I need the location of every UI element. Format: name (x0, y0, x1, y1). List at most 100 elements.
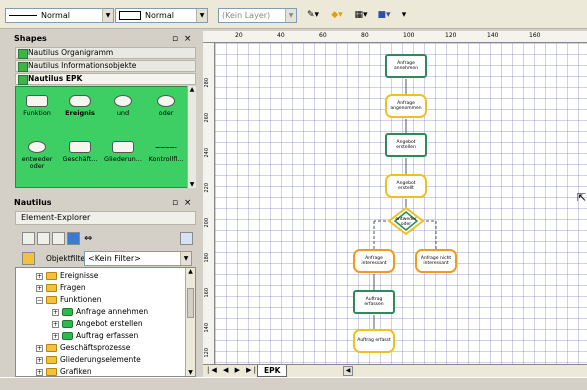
tree-item[interactable]: + Ereignisse (36, 271, 98, 281)
or-connector-icon (157, 95, 175, 107)
scroll-left-icon[interactable]: ◀ (343, 366, 353, 376)
tree-item[interactable]: + Auftrag erfassen (52, 331, 138, 341)
chevron-down-icon[interactable]: ▼ (285, 9, 296, 22)
chevron-down-icon[interactable]: ▼ (102, 9, 113, 22)
stencil-shapes-area: Funktion Ereignis und oder entweder oder… (15, 86, 196, 188)
chevron-down-icon[interactable]: ▼ (196, 9, 207, 22)
expand-icon[interactable]: + (52, 332, 59, 340)
panel-options-icon[interactable] (180, 232, 193, 245)
view-list-icon[interactable] (22, 232, 35, 245)
diagram-node-anfrage-angenommen[interactable]: Anfrage angenommen (385, 94, 427, 118)
scroll-down-icon[interactable]: ▼ (188, 181, 196, 188)
fill-style-value: Normal (145, 11, 174, 20)
expand-icon[interactable]: + (36, 368, 43, 376)
diagram-node-angebot-erstellen[interactable]: Angebot erstellen (385, 133, 427, 157)
drawing-canvas[interactable]: Anfrage annehmen Anfrage angenommen Ange… (215, 43, 587, 364)
vertical-ruler: 280 260 240 220 200 180 160 140 120 (203, 43, 215, 364)
object-filter-combo[interactable]: <Kein Filter> ▼ (84, 251, 192, 266)
tree-item[interactable]: + Fragen (36, 283, 86, 293)
view-tree-icon[interactable] (37, 232, 50, 245)
tree-scrollbar[interactable]: ▲ ▼ (185, 268, 195, 376)
shadow-icon: ▦▾ (354, 10, 368, 20)
tree-item[interactable]: + Angebot erstellen (52, 319, 143, 329)
shape-und[interactable]: und (104, 95, 142, 117)
expand-icon[interactable]: + (36, 272, 43, 280)
layer-value: (Kein Layer) (222, 11, 271, 20)
line-color-button[interactable]: ✎▾ (303, 9, 323, 22)
horizontal-ruler: 20 40 60 80 100 120 140 160 (203, 31, 587, 43)
collapse-icon[interactable]: − (36, 296, 43, 304)
structure-element-icon (112, 141, 134, 153)
stencil-scrollbar[interactable]: ▲ ▼ (187, 86, 196, 188)
diagram-node-auftrag-erfassen[interactable]: Auftrag erfassen (353, 290, 395, 314)
function-shape-icon (26, 95, 48, 107)
diagram-node-auftrag-erfasst[interactable]: Auftrag erfasst (353, 329, 395, 353)
tree-item[interactable]: + Grafiken (36, 367, 92, 376)
tree-item[interactable]: + Gliederungselemente (36, 355, 141, 365)
tree-item[interactable]: + Geschäftsprozesse (36, 343, 130, 353)
folder-icon (46, 284, 57, 292)
format-toolbar: Normal ▼ Normal ▼ (Kein Layer) ▼ ✎▾ ◆▾ ▦… (0, 0, 587, 29)
control-flow-icon (155, 147, 177, 148)
close-icon[interactable]: × (184, 34, 192, 44)
diagram-node-entweder-oder[interactable]: entweder oder (391, 217, 421, 227)
stencil-organigramm[interactable]: Nautilus Organigramm (15, 47, 196, 59)
nautilus-panel-controls: ▫ × (172, 197, 191, 209)
chevron-down-icon[interactable]: ▼ (180, 252, 191, 265)
event-shape-icon (69, 95, 91, 107)
restore-icon[interactable]: ▫ (172, 34, 178, 44)
diagram-node-angebot-erstellt[interactable]: Angebot erstellt (385, 174, 427, 198)
shape-entweder-oder[interactable]: entweder oder (18, 141, 56, 170)
expand-icon[interactable]: + (36, 344, 43, 352)
scroll-up-icon[interactable]: ▲ (188, 86, 196, 93)
layer-combo[interactable]: (Kein Layer) ▼ (218, 8, 297, 23)
fill-color-button[interactable]: ◆▾ (326, 9, 348, 22)
folder-icon (46, 296, 57, 304)
shape-funktion[interactable]: Funktion (18, 95, 56, 117)
more-options-button[interactable]: ▾ (397, 9, 411, 22)
expand-icon[interactable]: + (36, 356, 43, 364)
nautilus-panel-title: Nautilus (14, 198, 52, 207)
expand-icon[interactable]: + (52, 308, 59, 316)
fill-sample-icon (119, 11, 141, 20)
status-bar (0, 377, 587, 390)
stencil-epk[interactable]: Nautilus EPK (15, 73, 196, 85)
line-sample-icon (9, 15, 37, 16)
diagram-node-anfrage-nicht-interessant[interactable]: Anfrage nicht interessant (415, 249, 457, 273)
shape-oder[interactable]: oder (147, 95, 185, 117)
expand-icon[interactable]: + (52, 320, 59, 328)
tree-item[interactable]: + Anfrage annehmen (52, 307, 148, 317)
fill-style-combo[interactable]: Normal ▼ (115, 8, 208, 23)
shadow-button[interactable]: ▦▾ (351, 9, 371, 22)
close-icon[interactable]: × (184, 198, 192, 208)
shape-ereignis[interactable]: Ereignis (61, 95, 99, 117)
filter-icon[interactable] (22, 252, 35, 265)
link-icon[interactable]: ⇔ (84, 232, 92, 245)
mouse-cursor-icon: ⇱ (577, 191, 587, 204)
shape-kontrollfluss[interactable]: Kontrollfl... (147, 141, 185, 163)
theme-icon: ■▾ (377, 10, 391, 20)
page-nav-icons[interactable]: |◀ ◀ ▶ ▶| (207, 366, 258, 374)
folder-icon (46, 272, 57, 280)
restore-icon[interactable]: ▫ (172, 198, 178, 208)
scroll-up-icon[interactable]: ▲ (186, 268, 195, 275)
page-tab-epk[interactable]: EPK (257, 365, 288, 377)
diagram-node-anfrage-interessant[interactable]: Anfrage interessant (353, 249, 395, 273)
theme-button[interactable]: ■▾ (374, 9, 394, 22)
business-object-icon (69, 141, 91, 153)
element-explorer-header: Element-Explorer (15, 211, 196, 225)
scroll-down-icon[interactable]: ▼ (186, 369, 195, 376)
scroll-thumb[interactable] (187, 288, 194, 318)
line-style-value: Normal (41, 11, 70, 20)
shape-gliederungselement[interactable]: Gliederun... (104, 141, 142, 163)
paint-bucket-icon: ◆▾ (331, 10, 343, 20)
tree-item[interactable]: − Funktionen (36, 295, 102, 305)
function-icon (62, 320, 73, 328)
shape-geschaeftsobjekt[interactable]: Geschäft... (61, 141, 99, 163)
stencil-informationsobjekte[interactable]: Nautilus Informationsobjekte (15, 60, 196, 72)
diagram-node-anfrage-annehmen[interactable]: Anfrage annehmen (385, 54, 427, 78)
line-style-combo[interactable]: Normal ▼ (5, 8, 114, 23)
view-graphic-icon[interactable] (67, 232, 80, 245)
view-details-icon[interactable] (52, 232, 65, 245)
expand-icon[interactable]: + (36, 284, 43, 292)
